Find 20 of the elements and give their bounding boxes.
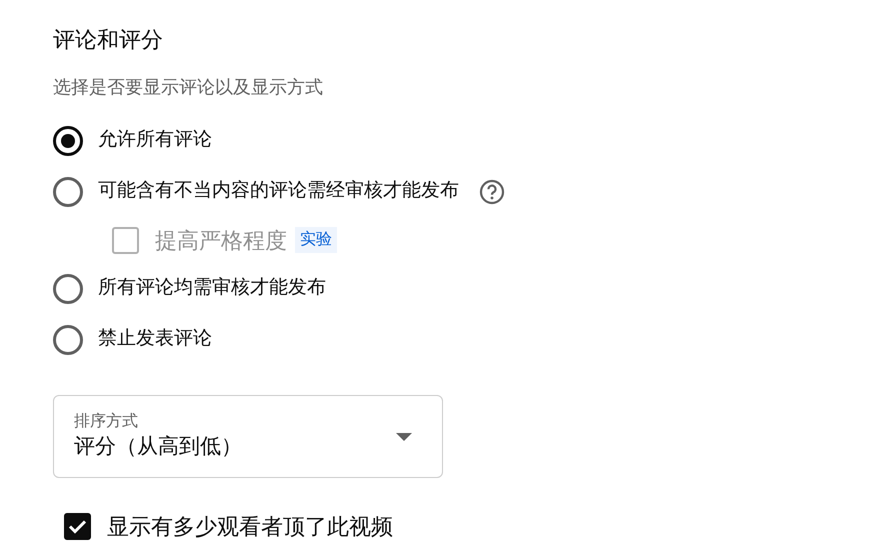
option-label: 允许所有评论 [98, 128, 212, 152]
radio-button[interactable] [53, 126, 83, 156]
section-description: 选择是否要显示评论以及显示方式 [53, 76, 324, 99]
help-icon[interactable] [479, 178, 505, 204]
checkbox-label: 提高严格程度 [155, 226, 287, 254]
option-label: 可能含有不当内容的评论需经审核才能发布 [98, 179, 459, 204]
dropdown-value: 评分（从高到低） [74, 434, 242, 460]
checkbox[interactable] [64, 513, 91, 540]
option-label: 所有评论均需审核才能发布 [98, 276, 326, 300]
caret-icon [396, 432, 412, 440]
section-title: 评论和评分 [53, 26, 164, 54]
option-label: 禁止发表评论 [98, 327, 212, 352]
radio-button[interactable] [53, 274, 83, 304]
sort-dropdown[interactable]: 排序方式 评分（从高到低） [53, 395, 443, 478]
checkbox-label: 显示有多少观看者顶了此视频 [107, 513, 393, 541]
experiment-tag: 实验 [295, 227, 337, 253]
check-icon [68, 519, 87, 534]
radio-button[interactable] [53, 176, 83, 206]
dropdown-label: 排序方式 [74, 412, 139, 432]
radio-button[interactable] [53, 324, 83, 354]
